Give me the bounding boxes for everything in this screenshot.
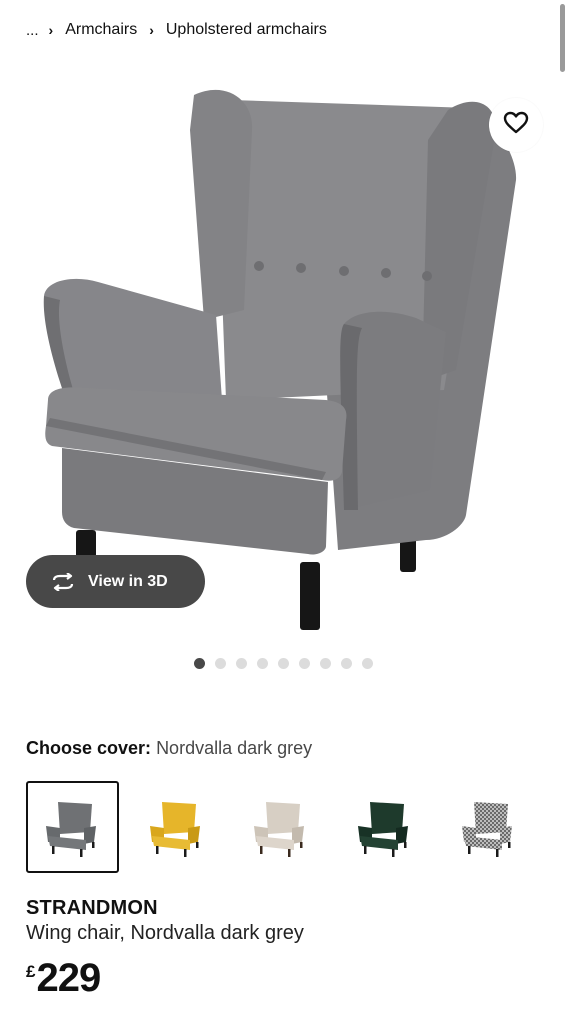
cover-swatch-beige[interactable] bbox=[234, 781, 327, 873]
cover-swatch-list bbox=[26, 781, 546, 873]
chair-thumbnail bbox=[149, 802, 200, 857]
product-name: STRANDMON bbox=[26, 897, 158, 919]
carousel-dot[interactable] bbox=[194, 658, 205, 669]
breadcrumb-separator: › bbox=[48, 22, 54, 38]
carousel-dot[interactable] bbox=[362, 658, 373, 669]
chair-thumbnail bbox=[357, 802, 408, 857]
breadcrumb-upholstered-armchairs[interactable]: Upholstered armchairs bbox=[166, 21, 327, 39]
breadcrumb-ellipsis[interactable]: ... bbox=[26, 22, 39, 39]
cover-swatch-yellow[interactable] bbox=[130, 781, 223, 873]
carousel-dot[interactable] bbox=[257, 658, 268, 669]
rotate-3d-icon bbox=[50, 572, 76, 591]
view-in-3d-button[interactable]: View in 3D bbox=[26, 555, 205, 608]
cover-swatch-houndstooth[interactable] bbox=[442, 781, 535, 873]
product-description: Wing chair, Nordvalla dark grey bbox=[26, 922, 304, 944]
chair-thumbnail bbox=[45, 802, 96, 857]
heart-outline-icon bbox=[503, 111, 529, 140]
carousel-dot[interactable] bbox=[236, 658, 247, 669]
chair-thumbnail bbox=[461, 802, 512, 857]
view-in-3d-label: View in 3D bbox=[88, 572, 168, 590]
breadcrumb-separator: › bbox=[149, 22, 154, 38]
carousel-dot[interactable] bbox=[299, 658, 310, 669]
price-currency: £ bbox=[26, 962, 36, 981]
choose-cover-heading: Choose cover: bbox=[26, 738, 152, 758]
cover-swatch-dark-green[interactable] bbox=[338, 781, 431, 873]
breadcrumb: ... › Armchairs › Upholstered armchairs bbox=[26, 18, 339, 42]
page-scrollbar[interactable] bbox=[560, 4, 565, 72]
image-carousel-dots bbox=[194, 658, 373, 669]
carousel-dot[interactable] bbox=[320, 658, 331, 669]
selected-cover-value: Nordvalla dark grey bbox=[156, 738, 313, 758]
carousel-dot[interactable] bbox=[341, 658, 352, 669]
product-price: £ 229 bbox=[26, 956, 101, 1001]
add-to-favourites-button[interactable] bbox=[489, 98, 543, 152]
breadcrumb-armchairs[interactable]: Armchairs bbox=[65, 21, 137, 39]
cover-swatch-dark-grey[interactable] bbox=[26, 781, 119, 873]
carousel-dot[interactable] bbox=[215, 658, 226, 669]
carousel-dot[interactable] bbox=[278, 658, 289, 669]
price-amount: 229 bbox=[36, 956, 101, 1000]
chair-thumbnail bbox=[253, 802, 304, 857]
choose-cover-label: Choose cover: Nordvalla dark grey bbox=[26, 738, 312, 759]
